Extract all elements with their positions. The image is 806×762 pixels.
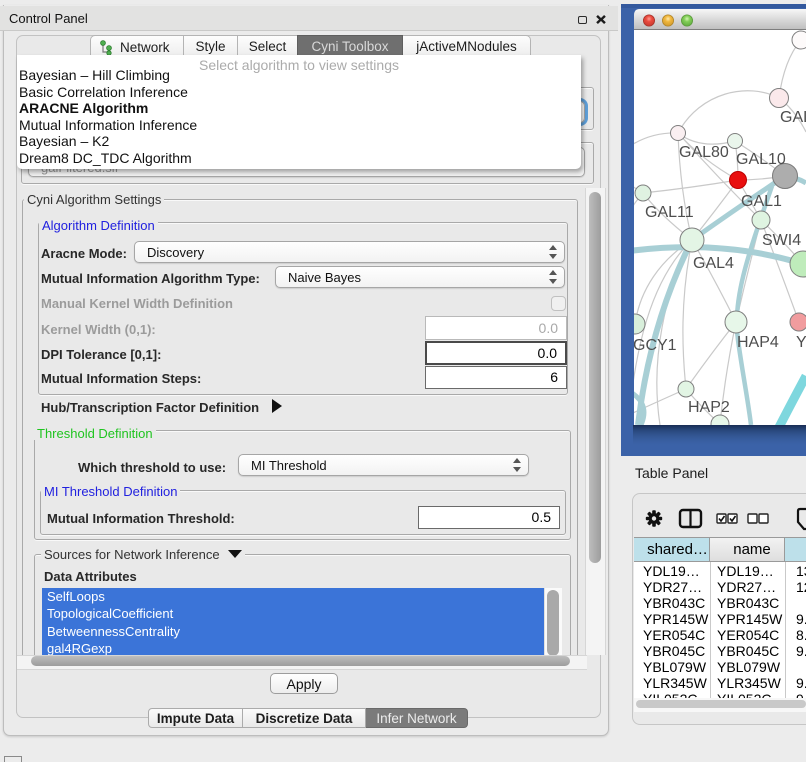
svg-text:HAP4: HAP4	[737, 334, 779, 351]
svg-text:GAL1: GAL1	[741, 193, 782, 210]
svg-text:HAP2: HAP2	[688, 399, 730, 416]
svg-text:GAL11: GAL11	[645, 204, 694, 221]
svg-text:SWI4: SWI4	[762, 232, 801, 249]
svg-text:Y: Y	[796, 334, 806, 351]
svg-text:GAL80: GAL80	[679, 144, 729, 161]
svg-text:GAL2: GAL2	[780, 109, 806, 126]
svg-text:GAL10: GAL10	[736, 151, 786, 168]
svg-text:GCY1: GCY1	[633, 337, 677, 354]
svg-text:GAL4: GAL4	[693, 255, 734, 272]
